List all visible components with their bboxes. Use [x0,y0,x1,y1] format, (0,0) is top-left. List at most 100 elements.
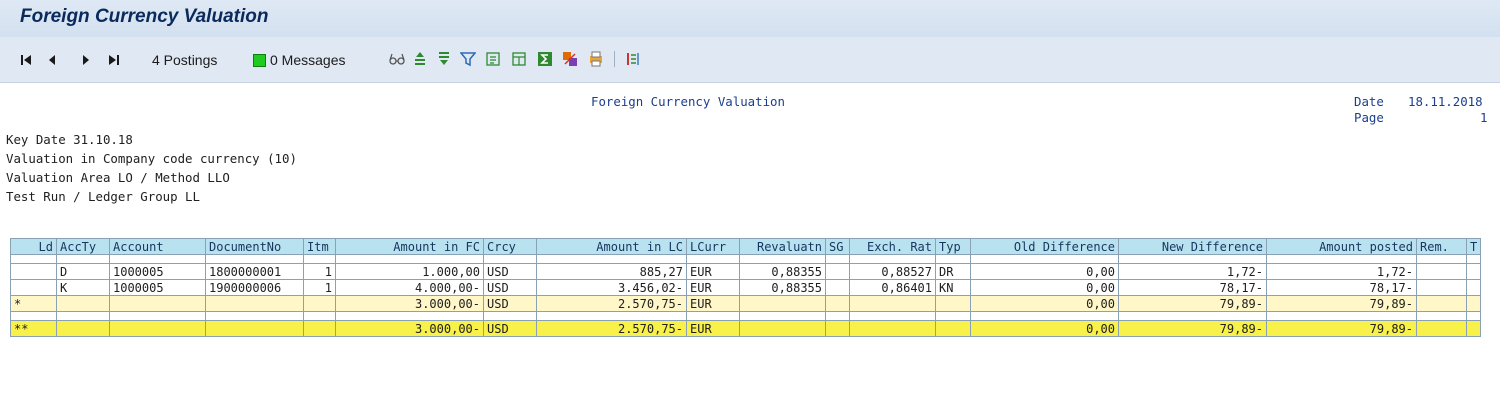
previous-page-button[interactable] [47,50,57,70]
spacer-row [10,254,1482,264]
table-cell [10,263,57,280]
sum-icon[interactable] [537,51,553,67]
table-cell: 1900000006 [205,279,304,296]
table-cell [1416,320,1467,337]
toolbar-separator [614,51,615,67]
messages-button[interactable]: 0 Messages [253,50,345,70]
page-value: 1 [1480,110,1488,125]
col-header[interactable]: Typ [935,238,971,255]
table-cell: 3.456,02- [536,279,687,296]
table-cell [825,320,850,337]
table-cell [56,320,110,337]
col-header[interactable]: New Difference [1118,238,1267,255]
col-header[interactable]: Rem. [1416,238,1467,255]
last-page-button[interactable] [108,50,120,70]
valuation-line: Valuation in Company code currency (10) [6,151,297,166]
application-toolbar: 4 Postings 0 Messages [0,37,1500,83]
table-cell: 0,00 [970,295,1119,312]
header-mask [1170,89,1344,131]
table-cell: 885,27 [536,263,687,280]
table-cell: DR [935,263,971,280]
col-header[interactable]: Itm [303,238,336,255]
total-row[interactable]: ** 3.000,00- USD 2.570,75- EUR 0,00 79,8… [10,320,1482,337]
col-header[interactable]: AccTy [56,238,110,255]
col-header[interactable]: Amount posted [1266,238,1417,255]
col-header[interactable]: Exch. Rat [849,238,936,255]
test-run-line: Test Run / Ledger Group LL [6,189,200,204]
spacer-row [10,311,1482,321]
messages-label: 0 Messages [270,52,346,68]
print-icon[interactable] [588,51,604,67]
glasses-icon[interactable] [389,51,405,67]
table-cell: 1,72- [1118,263,1267,280]
table-cell [1465,263,1482,280]
table-cell: K [56,279,110,296]
table-cell [109,295,206,312]
col-header[interactable]: DocumentNo [205,238,304,255]
filter-icon[interactable] [460,51,476,67]
table-cell: ** [10,320,57,337]
table-cell: 0,88527 [849,263,936,280]
page-label: Page [1354,110,1384,125]
table-cell: EUR [686,263,740,280]
layout-icon[interactable] [511,51,527,67]
table-cell: USD [483,295,537,312]
first-page-button[interactable] [20,50,32,70]
table-cell: 2.570,75- [536,295,687,312]
table-cell: 1 [303,263,336,280]
table-cell: 3.000,00- [335,295,484,312]
col-header[interactable]: Old Difference [970,238,1119,255]
table-cell: 1000005 [109,263,206,280]
next-page-button[interactable] [81,50,91,70]
table-cell [825,279,850,296]
window-title: Foreign Currency Valuation [20,6,269,27]
title-bar: Foreign Currency Valuation [0,0,1500,37]
table-cell [825,295,850,312]
table-cell: USD [483,320,537,337]
table-row[interactable]: D 1000005 1800000001 1 1.000,00 USD 885,… [10,263,1482,280]
columns-icon[interactable] [624,51,640,67]
table-cell: EUR [686,279,740,296]
col-header[interactable]: T [1465,238,1482,255]
table-cell [849,320,936,337]
subtotal-row[interactable]: * 3.000,00- USD 2.570,75- EUR 0,00 79,89… [10,295,1482,312]
col-header[interactable]: Amount in FC [335,238,484,255]
table-cell [303,295,336,312]
date-value: 18.11.2018 [1408,94,1483,109]
valuation-table: Ld AccTy Account DocumentNo Itm Amount i… [10,238,1482,337]
postings-label: 4 Postings [152,52,218,68]
table-cell: 1,72- [1266,263,1417,280]
table-cell: 0,00 [970,279,1119,296]
col-header[interactable]: Revaluatn [739,238,826,255]
table-row[interactable]: K 1000005 1900000006 1 4.000,00- USD 3.4… [10,279,1482,296]
report-list: Foreign Currency Valuation Date 18.11.20… [0,84,1500,401]
col-header[interactable]: Crcy [483,238,537,255]
table-cell [1465,279,1482,296]
col-header[interactable]: Account [109,238,206,255]
col-header[interactable]: LCurr [686,238,740,255]
export-icon[interactable] [485,51,501,67]
table-cell: 0,86401 [849,279,936,296]
table-cell: 79,89- [1118,295,1267,312]
sort-asc-icon[interactable] [412,51,428,67]
table-cell: 1000005 [109,279,206,296]
first-page-icon [21,55,31,65]
table-cell: 4.000,00- [335,279,484,296]
green-status-icon [253,53,266,67]
subtotal-icon[interactable] [562,51,578,67]
table-cell: 1800000001 [205,263,304,280]
report-heading: Foreign Currency Valuation [591,94,785,109]
sort-desc-icon[interactable] [436,51,452,67]
col-header[interactable]: Amount in LC [536,238,687,255]
table-cell: 0,00 [970,263,1119,280]
col-header[interactable]: SG [825,238,850,255]
table-cell [849,295,936,312]
logo-placeholder [2,89,247,131]
table-cell [739,295,826,312]
previous-icon [49,55,55,65]
table-cell [935,320,971,337]
table-cell: 0,00 [970,320,1119,337]
postings-button[interactable]: 4 Postings [152,50,217,70]
col-header[interactable]: Ld [10,238,57,255]
table-cell: USD [483,279,537,296]
